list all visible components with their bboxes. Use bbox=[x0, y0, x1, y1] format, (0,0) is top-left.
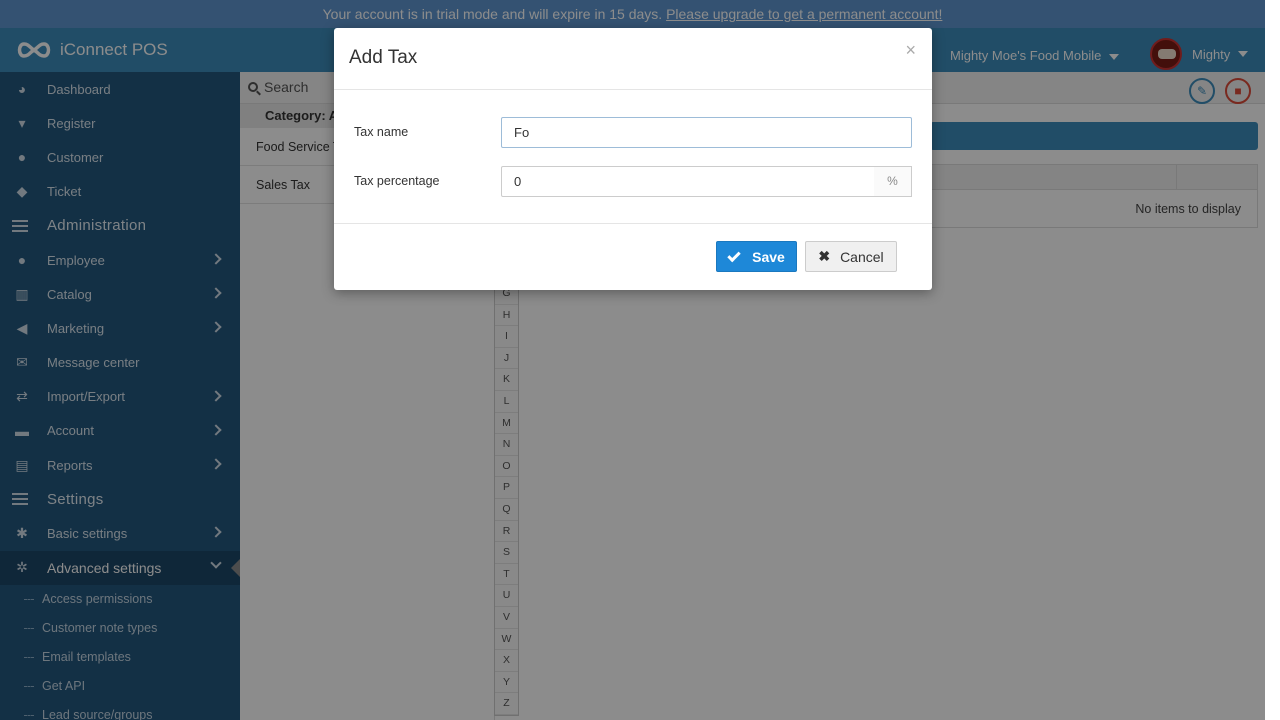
cancel-button[interactable]: ✖ Cancel bbox=[805, 241, 897, 272]
close-icon: ✖ bbox=[818, 248, 831, 264]
check-icon bbox=[727, 248, 741, 262]
tax-name-input[interactable] bbox=[501, 117, 912, 148]
page-scrollbar[interactable] bbox=[1265, 0, 1280, 720]
cancel-button-label: Cancel bbox=[840, 248, 884, 265]
tax-percentage-input[interactable] bbox=[501, 166, 875, 197]
dialog-title: Add Tax bbox=[349, 47, 418, 68]
dialog-footer: Save ✖ Cancel bbox=[334, 223, 932, 290]
tax-percentage-label: Tax percentage bbox=[354, 174, 440, 188]
save-button-label: Save bbox=[752, 248, 785, 265]
tax-name-row: Tax name bbox=[334, 117, 932, 149]
tax-percentage-row: Tax percentage % bbox=[334, 166, 932, 198]
tax-name-label: Tax name bbox=[354, 125, 409, 139]
percent-addon: % bbox=[874, 166, 912, 197]
close-icon[interactable]: × bbox=[905, 40, 916, 61]
save-button[interactable]: Save bbox=[716, 241, 797, 272]
add-tax-dialog: Add Tax × Tax name Tax percentage % Save… bbox=[334, 28, 932, 290]
dialog-header: Add Tax × bbox=[334, 28, 932, 90]
